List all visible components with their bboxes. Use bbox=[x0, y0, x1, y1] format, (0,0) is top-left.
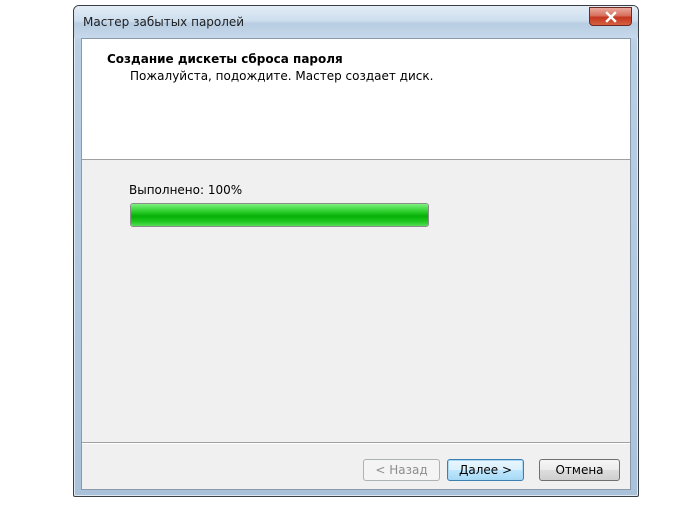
close-icon bbox=[604, 10, 618, 23]
footer-divider bbox=[82, 442, 630, 444]
progress-fill bbox=[131, 204, 428, 226]
wizard-window: Мастер забытых паролей Создание дискеты … bbox=[73, 5, 639, 497]
back-button[interactable]: < Назад bbox=[363, 459, 440, 481]
close-button[interactable] bbox=[589, 7, 632, 26]
progress-bar bbox=[130, 203, 429, 227]
window-title: Мастер забытых паролей bbox=[83, 15, 245, 29]
wizard-client-area: Создание дискеты сброса пароля Пожалуйст… bbox=[81, 38, 631, 490]
title-bar[interactable]: Мастер забытых паролей bbox=[74, 6, 638, 38]
wizard-header: Создание дискеты сброса пароля Пожалуйст… bbox=[82, 39, 630, 160]
page-subtitle: Пожалуйста, подождите. Мастер создает ди… bbox=[130, 69, 434, 83]
cancel-button[interactable]: Отмена bbox=[539, 459, 620, 481]
next-button[interactable]: Далее > bbox=[447, 459, 524, 481]
progress-label: Выполнено: 100% bbox=[129, 183, 243, 197]
page-title: Создание дискеты сброса пароля bbox=[107, 52, 343, 66]
